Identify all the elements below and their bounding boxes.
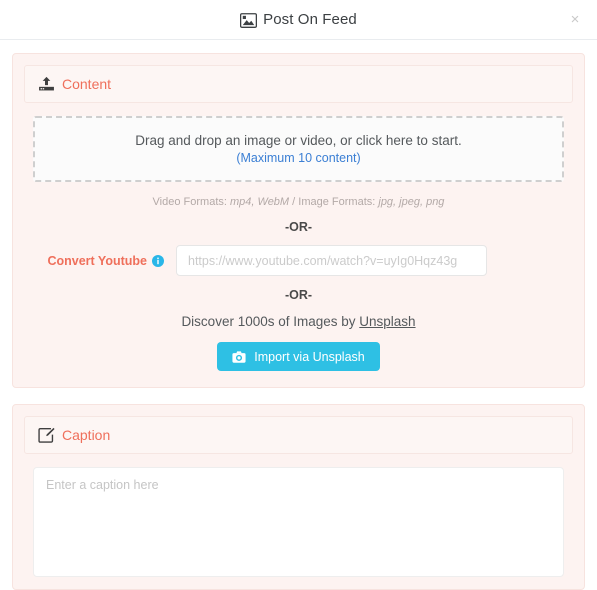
caption-card-header: Caption	[24, 416, 573, 454]
or-divider-1: -OR-	[284, 220, 313, 234]
modal-header: Post On Feed ×	[0, 0, 597, 40]
camera-icon	[232, 350, 246, 364]
unsplash-link[interactable]: Unsplash	[359, 314, 415, 329]
convert-youtube-text: Convert Youtube	[47, 253, 147, 268]
page-title: Post On Feed	[240, 11, 357, 28]
import-via-unsplash-label: Import via Unsplash	[254, 349, 365, 364]
unsplash-discover-text: Discover 1000s of Images by Unsplash	[24, 314, 573, 329]
supported-formats: Video Formats: mp4, WebM / Image Formats…	[24, 196, 573, 208]
modal-title-text: Post On Feed	[263, 11, 357, 28]
upload-icon	[37, 75, 55, 93]
image-formats-label: Image Formats:	[298, 196, 376, 208]
convert-youtube-label: Convert Youtube	[33, 254, 176, 268]
discover-prefix: Discover 1000s of Images by	[181, 314, 360, 329]
dropzone[interactable]: Drag and drop an image or video, or clic…	[33, 116, 564, 182]
info-icon[interactable]	[152, 254, 164, 267]
content-card-header: Content	[24, 65, 573, 103]
caption-textarea[interactable]	[33, 467, 564, 577]
content-card-title: Content	[62, 76, 112, 92]
video-formats-value: mp4, WebM	[230, 196, 290, 208]
close-icon[interactable]: ×	[565, 9, 585, 29]
formats-separator: /	[292, 196, 296, 208]
content-card: Content Drag and drop an image or video,…	[12, 53, 585, 388]
import-via-unsplash-button[interactable]: Import via Unsplash	[217, 342, 380, 371]
dropzone-primary-text: Drag and drop an image or video, or clic…	[135, 133, 462, 148]
image-icon	[240, 12, 258, 29]
video-formats-label: Video Formats:	[152, 196, 227, 208]
caption-card-title: Caption	[62, 427, 111, 443]
image-formats-value: jpg, jpeg, png	[378, 196, 445, 208]
youtube-row: Convert Youtube	[24, 245, 573, 276]
caption-card: Caption	[12, 404, 585, 590]
modal-body: Content Drag and drop an image or video,…	[0, 40, 597, 590]
or-divider-2: -OR-	[284, 288, 313, 302]
edit-pencil-icon	[37, 426, 55, 444]
youtube-url-input[interactable]	[176, 245, 487, 276]
unsplash-button-wrap: Import via Unsplash	[24, 342, 573, 371]
dropzone-max-text: (Maximum 10 content)	[236, 151, 361, 165]
